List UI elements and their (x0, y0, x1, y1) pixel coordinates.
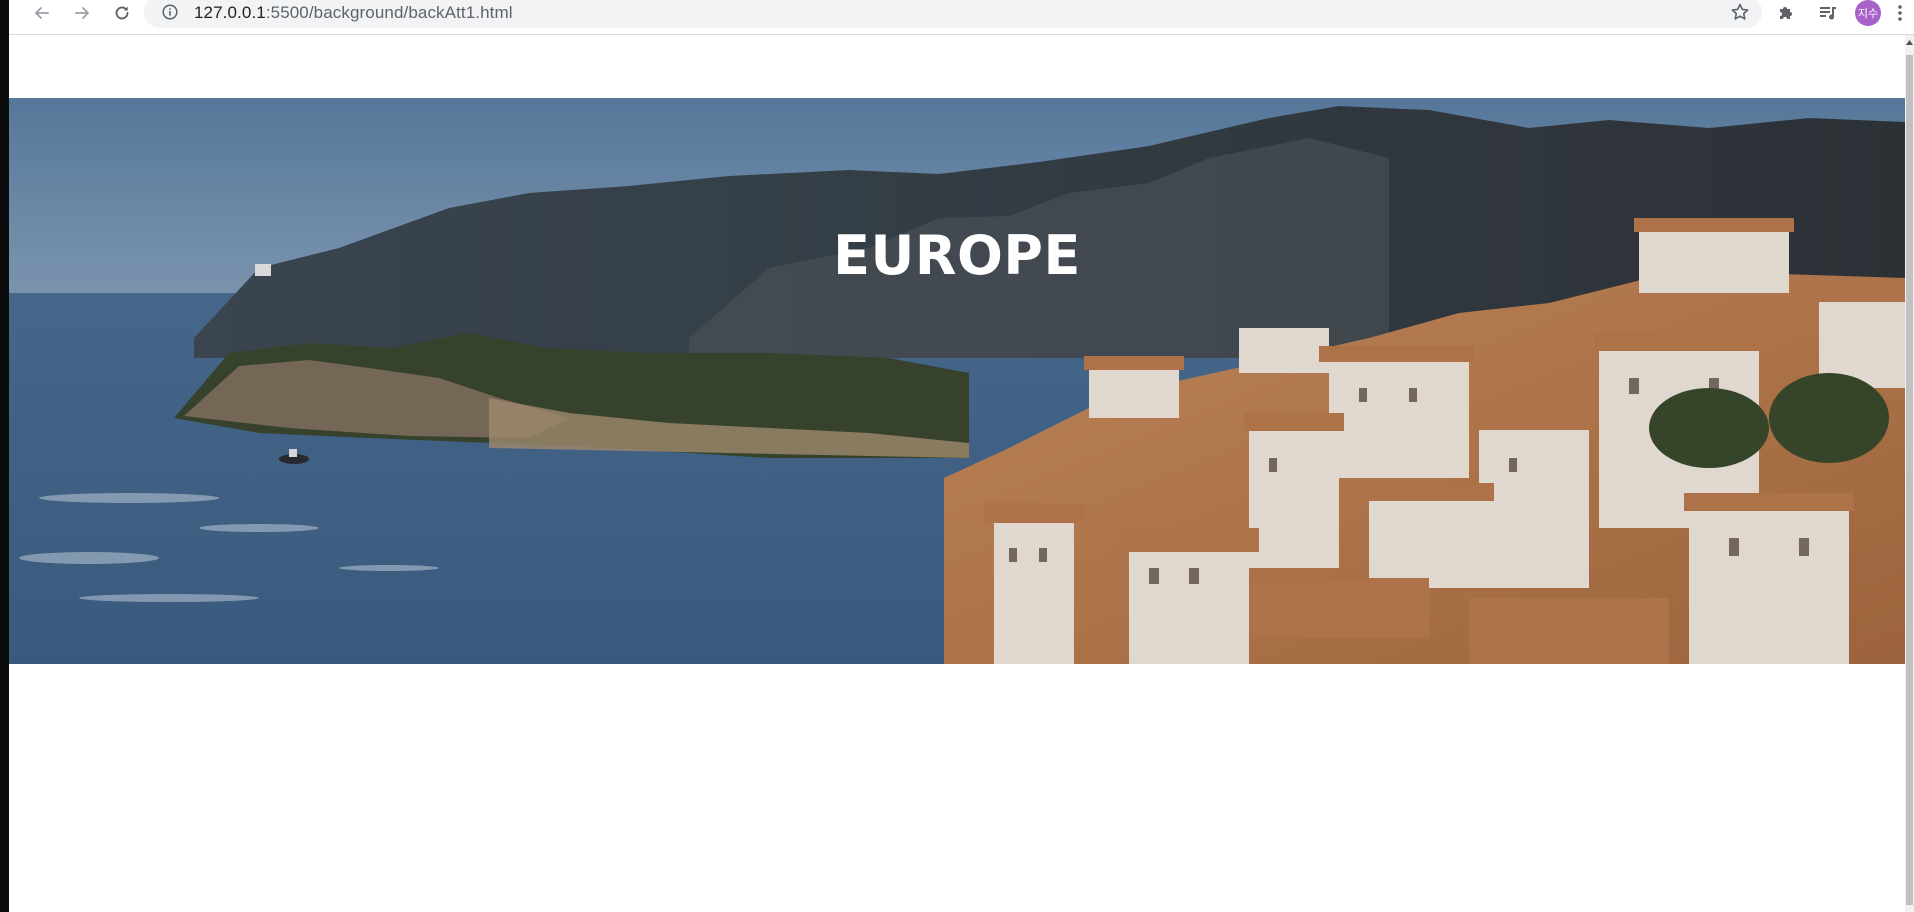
url-host: 127.0.0.1 (194, 3, 266, 22)
forward-arrow-icon (75, 7, 89, 19)
hero-background-image (9, 98, 1905, 664)
hero-title: EUROPE (833, 224, 1081, 287)
browser-window: 127.0.0.1:5500/background/backAtt1.html … (0, 0, 1914, 912)
reload-button[interactable] (105, 0, 139, 26)
back-arrow-icon (35, 7, 49, 19)
page-content: EUROPE (9, 35, 1905, 912)
scroll-up-arrow-icon[interactable] (1905, 35, 1914, 49)
vertical-scrollbar[interactable] (1905, 35, 1914, 912)
kebab-menu-icon[interactable] (1893, 1, 1907, 25)
media-queue-icon[interactable] (1815, 1, 1841, 25)
hero-banner: EUROPE (9, 98, 1905, 664)
profile-avatar[interactable]: 지수 (1855, 0, 1881, 26)
reload-icon (115, 6, 129, 20)
puzzle-icon[interactable] (1773, 1, 1799, 25)
back-button[interactable] (25, 0, 59, 26)
url-path: :5500/background/backAtt1.html (265, 3, 513, 22)
star-icon[interactable] (1730, 2, 1750, 22)
window-edge (0, 0, 9, 912)
browser-toolbar: 127.0.0.1:5500/background/backAtt1.html … (9, 0, 1914, 35)
info-icon[interactable] (162, 4, 178, 20)
forward-button[interactable] (65, 0, 99, 26)
url-text[interactable]: 127.0.0.1:5500/background/backAtt1.html (194, 3, 513, 23)
address-bar[interactable]: 127.0.0.1:5500/background/backAtt1.html (144, 0, 1762, 28)
scrollbar-thumb[interactable] (1906, 55, 1913, 905)
